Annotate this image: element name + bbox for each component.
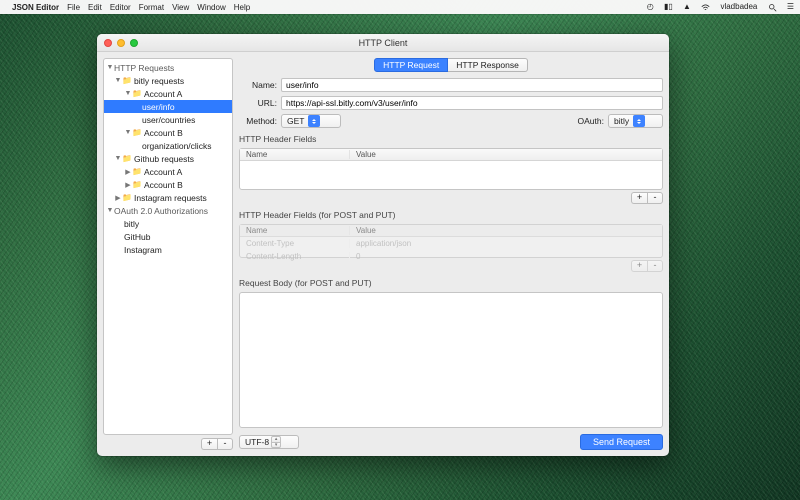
menu-editor[interactable]: Editor <box>110 3 131 12</box>
post-headers-col-value: Value <box>350 226 662 235</box>
menu-view[interactable]: View <box>172 3 189 12</box>
tree-item-oauth-bitly[interactable]: bitly <box>104 217 232 230</box>
tree-folder-account-b-bitly[interactable]: ▼📁Account B <box>104 126 232 139</box>
stepper-icon: ▴▾ <box>271 436 281 448</box>
request-body-textarea[interactable] <box>239 292 663 428</box>
encoding-select[interactable]: UTF-8 ▴▾ <box>239 435 299 449</box>
sidebar: ▼HTTP Requests ▼📁bitly requests ▼📁Accoun… <box>103 58 233 450</box>
sidebar-add-button[interactable]: + <box>201 438 217 450</box>
menu-edit[interactable]: Edit <box>88 3 102 12</box>
sidebar-tree[interactable]: ▼HTTP Requests ▼📁bitly requests ▼📁Accoun… <box>103 58 233 435</box>
tree-item-oauth-instagram[interactable]: Instagram <box>104 243 232 256</box>
battery-icon[interactable]: ▮▯ <box>664 2 673 11</box>
tree-folder-instagram[interactable]: ▶📁Instagram requests <box>104 191 232 204</box>
post-headers-table: NameValue Content-Type application/json … <box>239 224 663 258</box>
chevron-updown-icon <box>308 115 320 127</box>
method-label: Method: <box>239 116 277 126</box>
body-section-label: Request Body (for POST and PUT) <box>239 278 663 288</box>
tab-http-response[interactable]: HTTP Response <box>448 58 528 72</box>
url-label: URL: <box>239 98 277 108</box>
menubar-user[interactable]: vladbadea <box>720 2 757 11</box>
headers-remove-button[interactable]: - <box>647 192 663 204</box>
macos-menubar: JSON Editor File Edit Editor Format View… <box>0 0 800 14</box>
tree-folder-account-a-bitly[interactable]: ▼📁Account A <box>104 87 232 100</box>
tree-folder-bitly[interactable]: ▼📁bitly requests <box>104 74 232 87</box>
menubar-right: ◴ ▮▯ ▲ vladbadea ☰ <box>639 2 794 11</box>
method-select[interactable]: GET <box>281 114 341 128</box>
menu-app[interactable]: JSON Editor <box>12 3 59 12</box>
chevron-updown-icon <box>633 115 645 127</box>
tree-item-org-clicks[interactable]: organization/clicks <box>104 139 232 152</box>
post-headers-add-button: + <box>631 260 647 272</box>
wifi-icon[interactable] <box>701 2 710 11</box>
headers-col-name: Name <box>240 150 350 159</box>
headers-add-button[interactable]: + <box>631 192 647 204</box>
tree-item-user-countries[interactable]: user/countries <box>104 113 232 126</box>
url-input[interactable] <box>281 96 663 110</box>
name-label: Name: <box>239 80 277 90</box>
tree-group-http-requests[interactable]: ▼HTTP Requests <box>104 61 232 74</box>
menu-format[interactable]: Format <box>139 3 164 12</box>
post-headers-col-name: Name <box>240 226 350 235</box>
tree-folder-account-b-github[interactable]: ▶📁Account B <box>104 178 232 191</box>
name-input[interactable] <box>281 78 663 92</box>
menu-help[interactable]: Help <box>234 3 250 12</box>
request-response-tabs: HTTP Request HTTP Response <box>239 58 663 72</box>
control-center-icon[interactable]: ☰ <box>787 2 794 11</box>
oauth-label: OAuth: <box>578 116 604 126</box>
window-titlebar[interactable]: HTTP Client <box>97 34 669 52</box>
clock-icon[interactable]: ◴ <box>647 2 654 11</box>
tab-http-request[interactable]: HTTP Request <box>374 58 448 72</box>
tree-folder-account-a-github[interactable]: ▶📁Account A <box>104 165 232 178</box>
headers-table[interactable]: NameValue <box>239 148 663 190</box>
post-headers-section-label: HTTP Header Fields (for POST and PUT) <box>239 210 663 220</box>
window-title: HTTP Client <box>97 38 669 48</box>
menu-file[interactable]: File <box>67 3 80 12</box>
post-headers-remove-button: - <box>647 260 663 272</box>
http-client-window: HTTP Client ▼HTTP Requests ▼📁bitly reque… <box>97 34 669 456</box>
headers-section-label: HTTP Header Fields <box>239 134 663 144</box>
table-row: Content-Type application/json <box>240 237 662 250</box>
sidebar-remove-button[interactable]: - <box>217 438 233 450</box>
oauth-select[interactable]: bitly <box>608 114 663 128</box>
airplay-icon[interactable]: ▲ <box>683 2 691 11</box>
send-request-button[interactable]: Send Request <box>580 434 663 450</box>
tree-item-oauth-github[interactable]: GitHub <box>104 230 232 243</box>
menu-window[interactable]: Window <box>197 3 225 12</box>
main-panel: HTTP Request HTTP Response Name: URL: Me… <box>239 58 663 450</box>
tree-folder-github[interactable]: ▼📁Github requests <box>104 152 232 165</box>
tree-item-user-info[interactable]: user/info <box>104 100 232 113</box>
spotlight-icon[interactable] <box>768 2 777 11</box>
tree-group-oauth[interactable]: ▼OAuth 2.0 Authorizations <box>104 204 232 217</box>
headers-col-value: Value <box>350 150 662 159</box>
